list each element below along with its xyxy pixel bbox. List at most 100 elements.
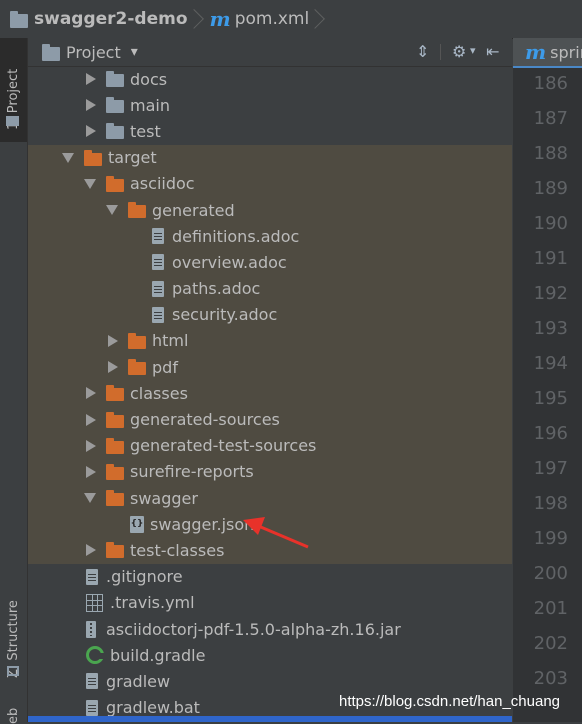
chevron-down-icon[interactable]: ▾ [131,44,138,60]
tree-item[interactable]: html [28,327,512,355]
tree-item[interactable]: .gitignore [28,564,512,590]
folder-icon [106,123,124,140]
jar-file-icon [86,620,96,638]
tree-item-label: asciidoc [130,174,195,194]
tree-item[interactable]: main [28,92,512,118]
collapsed-arrow-icon[interactable] [86,125,96,138]
tree-item[interactable]: build.gradle [28,642,512,668]
project-view-title[interactable]: Project [66,43,121,62]
line-number: 201 [533,598,568,619]
line-number: 200 [533,563,568,584]
tree-item[interactable]: overview.adoc [28,249,512,276]
tree-item[interactable]: swagger [28,485,512,512]
tree-item[interactable]: asciidoctorj-pdf-1.5.0-alpha-zh.16.jar [28,616,512,642]
expanded-arrow-icon[interactable] [106,205,118,216]
collapse-all-icon[interactable]: ⇕ [416,42,429,61]
yaml-file-icon [86,593,103,612]
tree-item[interactable]: pdf [28,354,512,381]
expanded-arrow-icon[interactable] [84,178,96,189]
folder-icon [106,97,124,114]
tree-item-label: security.adoc [172,305,278,325]
excluded-folder-icon [106,463,124,480]
tree-item[interactable]: gradlew [28,668,512,694]
breadcrumb-separator [315,0,327,38]
line-number: 193 [533,318,568,339]
tree-item[interactable]: surefire-reports [28,458,512,485]
tree-item-label: .gitignore [106,567,183,587]
collapsed-arrow-icon[interactable] [108,361,118,374]
tree-item[interactable]: target [28,144,512,171]
line-number: 202 [533,633,568,654]
project-folder-icon [10,10,28,28]
collapsed-arrow-icon[interactable] [86,387,96,400]
tree-item[interactable]: generated-sources [28,406,512,433]
editor-tab[interactable]: m sprin [513,38,582,68]
tree-item[interactable]: classes [28,380,512,407]
collapsed-arrow-icon[interactable] [86,439,96,452]
excluded-folder-icon [106,437,124,454]
excluded-folder-icon [106,175,124,192]
project-panel: Project ▾ ⇕ ⚙ ▾ ⇤ docs main test target asci… [28,38,512,722]
line-number: 199 [533,528,568,549]
tree-item[interactable]: security.adoc [28,301,512,328]
navigation-bar: swagger2-demo m pom.xml [0,0,582,39]
line-number: 195 [533,388,568,409]
tree-item[interactable]: generated [28,196,512,224]
hide-panel-icon[interactable]: ⇤ [486,42,499,61]
excluded-folder-icon [106,542,124,559]
excluded-folder-icon [128,202,146,219]
line-number: 203 [533,668,568,689]
header-divider [440,44,441,60]
line-number: 196 [533,423,568,444]
tree-item[interactable]: test [28,118,512,144]
tree-item-label: docs [130,69,168,89]
structure-tool-tab[interactable]: Z: Structure [0,586,27,686]
breadcrumb-project-label: swagger2-demo [34,9,188,29]
excluded-folder-icon [106,385,124,402]
expanded-arrow-icon[interactable] [84,493,96,504]
web-tool-tab[interactable]: eb [0,702,27,724]
tree-item-label: swagger.json [150,514,255,534]
tree-item-label: asciidoctorj-pdf-1.5.0-alpha-zh.16.jar [106,619,401,639]
gradle-icon [86,646,105,665]
line-number: 188 [533,143,568,164]
breadcrumb-file[interactable]: m pom.xml [210,0,310,38]
tree-item[interactable]: docs [28,66,512,92]
collapsed-arrow-icon[interactable] [86,73,96,86]
tree-item-label: surefire-reports [130,462,254,482]
text-file-icon [86,568,98,585]
tree-item[interactable]: generated-test-sources [28,432,512,459]
tree-item-label: definitions.adoc [172,226,300,246]
tree-item-label: swagger [130,488,198,508]
tree-item[interactable]: paths.adoc [28,275,512,302]
line-number: 194 [533,353,568,374]
collapsed-arrow-icon[interactable] [86,544,96,557]
tree-item-label: gradlew [106,671,171,691]
collapsed-arrow-icon[interactable] [86,99,96,112]
breadcrumb-file-label: pom.xml [234,9,310,29]
tree-item[interactable]: test-classes [28,537,512,564]
collapsed-arrow-icon[interactable] [86,413,96,426]
expanded-arrow-icon[interactable] [62,152,74,163]
tree-item[interactable]: asciidoc [28,170,512,197]
tree-item[interactable]: {} swagger.json [28,511,512,538]
maven-icon: m [525,40,547,64]
line-number: 186 [533,73,568,94]
chevron-down-icon[interactable]: ▾ [470,44,476,57]
tree-item[interactable]: definitions.adoc [28,223,512,250]
project-panel-header: Project ▾ ⇕ ⚙ ▾ ⇤ [28,38,512,67]
tree-item-label: classes [130,383,188,403]
tree-item-label: overview.adoc [172,252,287,272]
line-number: 191 [533,248,568,269]
excluded-folder-icon [106,411,124,428]
project-tool-tab[interactable]: 1: Project [0,38,27,142]
tree-item[interactable]: .travis.yml [28,590,512,616]
text-file-icon [152,306,164,323]
gear-icon[interactable]: ⚙ [452,42,466,61]
collapsed-arrow-icon[interactable] [108,334,118,347]
breadcrumb-project[interactable]: swagger2-demo [10,0,188,38]
collapsed-arrow-icon[interactable] [86,465,96,478]
project-tree: docs main test target asciidoc generated defin… [28,66,512,721]
tree-item-label: main [130,95,170,115]
tree-item-label: generated [152,200,235,220]
